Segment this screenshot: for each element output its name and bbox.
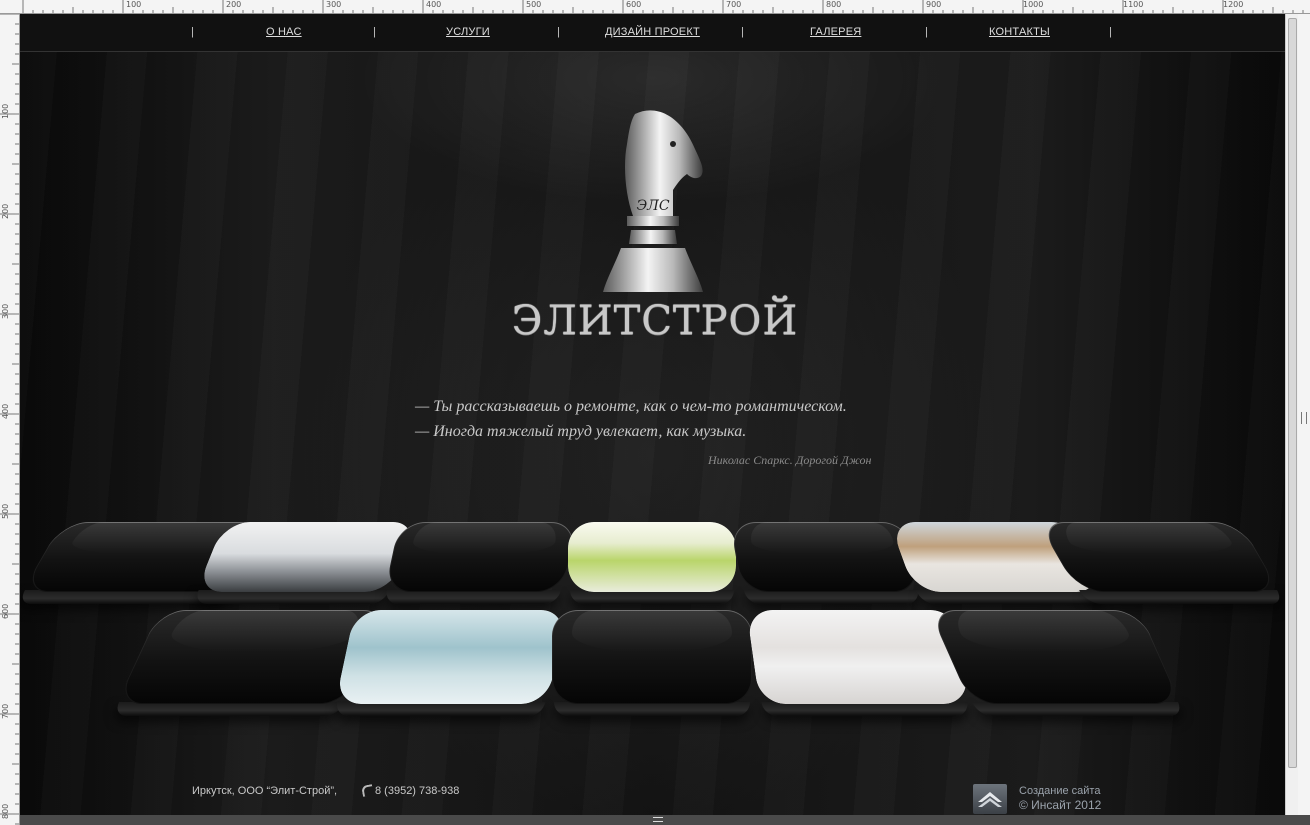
nav-item-services[interactable]: УСЛУГИ <box>446 26 490 38</box>
ruler-top-label: 500 <box>526 0 542 9</box>
top-navigation: | О НАС | УСЛУГИ | ДИЗАЙН ПРОЕКТ | ГАЛЕР… <box>20 14 1285 52</box>
ruler-top-label: 1100 <box>1123 0 1144 9</box>
ruler-left-label: 100 <box>1 103 10 119</box>
ruler-top-label: 100 <box>126 0 142 9</box>
ruler-top-ticks <box>22 0 1304 13</box>
footer-phone: 8 (3952) 738-938 <box>361 784 460 797</box>
ruler-left-label: 200 <box>1 203 10 219</box>
nav-separator: | <box>925 26 928 38</box>
nav-separator: | <box>557 26 560 38</box>
ruler-top-label: 400 <box>426 0 442 9</box>
quote-line: — Иногда тяжелый труд увлекает, как музы… <box>415 423 747 440</box>
nav-item-contacts[interactable]: КОНТАКТЫ <box>989 26 1050 38</box>
gallery-tile-glass-partition[interactable] <box>334 610 567 716</box>
glass-partition-photo <box>335 610 567 704</box>
gallery-tile-empty[interactable] <box>384 522 578 604</box>
gallery-tile-bathroom[interactable] <box>568 522 736 604</box>
chess-knight-logo-icon[interactable]: ЭЛС <box>595 104 705 294</box>
ruler-top-label: 1200 <box>1223 0 1244 9</box>
ruler-left: 100 200 300 400 500 600 700 800 <box>0 14 20 825</box>
ruler-top-label: 1000 <box>1023 0 1044 9</box>
ruler-left-label: 700 <box>1 703 10 719</box>
gallery-tile-empty[interactable] <box>729 522 921 604</box>
ruler-top-label: 700 <box>726 0 742 9</box>
ruler-top: 100 200 300 400 500 600 700 800 900 1000… <box>0 0 1310 14</box>
brand-name: ЭЛИТСТРОЙ <box>511 298 799 344</box>
page-viewport: | О НАС | УСЛУГИ | ДИЗАЙН ПРОЕКТ | ГАЛЕР… <box>20 14 1285 815</box>
quote-line: — Ты рассказываешь о ремонте, как о чем-… <box>415 398 847 415</box>
ruler-left-label: 400 <box>1 403 10 419</box>
gallery-tile-empty[interactable] <box>1037 522 1285 604</box>
studio-credit-line: Создание сайта <box>1019 785 1101 797</box>
ruler-top-label: 800 <box>826 0 842 9</box>
quote-author: Николас Спаркс. Дорогой Джон <box>708 453 872 467</box>
phone-icon <box>361 784 374 797</box>
gallery-tile-empty[interactable] <box>552 610 752 716</box>
footer-phone-number: 8 (3952) 738-938 <box>375 785 460 797</box>
resize-grip-icon[interactable] <box>1301 412 1307 424</box>
ruler-top-label: 900 <box>926 0 942 9</box>
ruler-top-label: 200 <box>226 0 242 9</box>
logo-emblem-text: ЭЛС <box>636 198 669 214</box>
ruler-left-label: 500 <box>1 503 10 519</box>
side-panel-strip <box>1298 14 1310 825</box>
studio-credit[interactable]: Создание сайта © Инсайт 2012 <box>1019 784 1101 812</box>
nav-separator: | <box>191 26 194 38</box>
nav-separator: | <box>1109 26 1112 38</box>
ruler-left-label: 600 <box>1 603 10 619</box>
ruler-top-label: 600 <box>626 0 642 9</box>
vertical-scrollbar[interactable] <box>1285 14 1298 815</box>
studio-copyright: © Инсайт 2012 <box>1019 798 1102 812</box>
quote-block: — Ты рассказываешь о ремонте, как о чем-… <box>415 394 847 444</box>
resize-grip-icon[interactable] <box>653 817 663 822</box>
ruler-left-label: 300 <box>1 303 10 319</box>
studio-logo-icon[interactable] <box>973 784 1007 814</box>
nav-item-design-project[interactable]: ДИЗАЙН ПРОЕКТ <box>605 26 700 38</box>
bottom-bar <box>20 815 1310 825</box>
nav-item-about[interactable]: О НАС <box>266 26 302 38</box>
footer-address: Иркутск, ООО “Элит-Строй”, <box>192 785 338 797</box>
bathroom-photo <box>568 522 736 592</box>
scrollbar-thumb[interactable] <box>1288 18 1297 768</box>
gallery-tile-empty[interactable] <box>929 610 1185 716</box>
ruler-top-label: 300 <box>326 0 342 9</box>
nav-separator: | <box>741 26 744 38</box>
nav-separator: | <box>373 26 376 38</box>
nav-item-gallery[interactable]: ГАЛЕРЕЯ <box>810 26 861 38</box>
ruler-left-label: 800 <box>1 803 10 819</box>
